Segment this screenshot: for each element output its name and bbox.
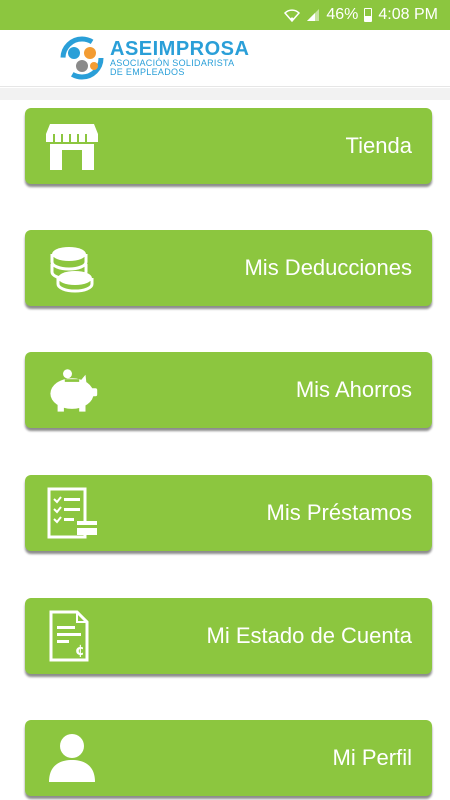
signal-icon (306, 8, 320, 22)
header-divider (0, 88, 450, 100)
logo-name: ASEIMPROSA (110, 38, 250, 60)
store-icon (46, 124, 98, 170)
battery-icon (364, 8, 373, 22)
loan-document-icon (47, 487, 97, 539)
account-statement-icon: ¢ (49, 610, 89, 662)
mis-prestamos-button[interactable]: Mis Préstamos (25, 475, 432, 551)
menu-item-label: Mi Estado de Cuenta (206, 623, 412, 648)
mi-perfil-button[interactable]: Mi Perfil (25, 720, 432, 796)
mis-ahorros-button[interactable]: Mis Ahorros (25, 352, 432, 428)
wifi-icon (284, 8, 301, 22)
tienda-button[interactable]: Tienda (25, 108, 432, 184)
battery-percent: 46% (326, 6, 359, 23)
logo: ASEIMPROSA ASOCIACIÓN SOLIDARISTA DE EMP… (60, 36, 249, 80)
menu-item-label: Mi Perfil (332, 745, 412, 770)
logo-tagline: DE EMPLEADOS (110, 67, 185, 77)
menu-item-label: Mis Deducciones (244, 255, 412, 280)
app-header: ASEIMPROSA ASOCIACIÓN SOLIDARISTA DE EMP… (0, 30, 450, 87)
clock: 4:08 PM (378, 6, 438, 23)
menu-item-label: Mis Préstamos (266, 500, 412, 525)
svg-text:¢: ¢ (75, 643, 85, 659)
piggy-bank-icon (50, 369, 98, 412)
mis-deducciones-button[interactable]: Mis Deducciones (25, 230, 432, 306)
coins-icon (50, 247, 94, 293)
menu-item-label: Mis Ahorros (295, 377, 412, 402)
mi-estado-de-cuenta-button[interactable]: ¢ Mi Estado de Cuenta (25, 598, 432, 674)
user-icon (49, 734, 95, 782)
logo-mark-icon (60, 36, 104, 80)
menu-item-label: Tienda (345, 133, 412, 158)
status-bar: 46% 4:08 PM (0, 0, 450, 30)
